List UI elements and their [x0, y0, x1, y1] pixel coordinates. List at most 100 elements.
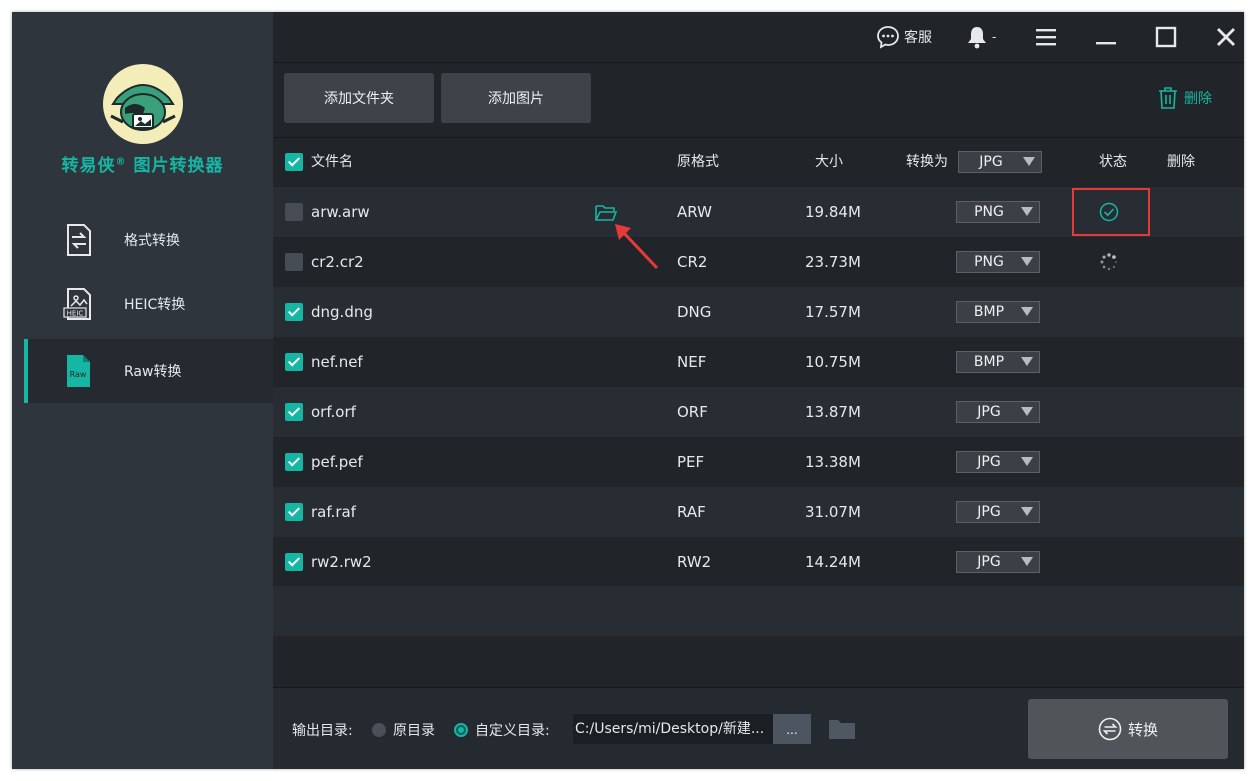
- notification-button[interactable]: -: [966, 25, 996, 49]
- dropdown-arrow-icon: [1021, 207, 1033, 216]
- app-title-subtitle: 图片转换器: [133, 156, 224, 176]
- row-format: NEF: [677, 353, 707, 371]
- radio-custom-dir[interactable]: [454, 723, 468, 737]
- row-checkbox[interactable]: [285, 253, 303, 271]
- row-filename: cr2.cr2: [311, 253, 364, 271]
- radio-original-dir[interactable]: [372, 723, 386, 737]
- header-size: 大小: [815, 154, 843, 170]
- heic-icon-text: HEIC: [67, 310, 84, 318]
- row-size: 13.38M: [805, 453, 861, 471]
- row-checkbox[interactable]: [285, 203, 303, 221]
- table-row: rw2.rw2 RW2 14.24M JPG: [273, 537, 1244, 587]
- close-button[interactable]: [1215, 25, 1237, 49]
- add-folder-button[interactable]: 添加文件夹: [284, 73, 434, 123]
- convert-button[interactable]: 转换: [1028, 699, 1228, 759]
- dropdown-arrow-icon: [1021, 257, 1033, 266]
- row-target-value: PNG: [974, 254, 1004, 270]
- row-checkbox[interactable]: [285, 353, 303, 371]
- dropdown-arrow-icon: [1021, 557, 1033, 566]
- menu-button[interactable]: [1035, 25, 1057, 49]
- row-target-select[interactable]: JPG: [956, 551, 1040, 573]
- dropdown-arrow-icon: [1021, 507, 1033, 516]
- row-filename: dng.dng: [311, 303, 373, 321]
- dropdown-arrow-icon: [1021, 407, 1033, 416]
- row-target-select[interactable]: PNG: [956, 201, 1040, 223]
- convert-icon: [1098, 717, 1122, 741]
- sidebar-item-heic[interactable]: HEIC HEIC转换: [24, 272, 273, 336]
- delete-all-label: 删除: [1184, 91, 1212, 107]
- browse-path-button[interactable]: ...: [773, 714, 811, 744]
- row-size: 23.73M: [805, 253, 861, 271]
- table-header: 文件名 原格式 大小 转换为 JPG 状态 删除: [273, 138, 1244, 186]
- status-loading-icon: [1100, 253, 1117, 271]
- row-size: 17.57M: [805, 303, 861, 321]
- row-target-value: BMP: [973, 304, 1005, 320]
- bell-icon: [968, 27, 986, 49]
- dropdown-arrow-icon: [1021, 357, 1033, 366]
- status-highlight-box: [1072, 188, 1150, 236]
- notification-label: -: [992, 30, 997, 44]
- toolbar: 添加文件夹 添加图片 删除: [273, 63, 1244, 138]
- annotation-arrow-icon: [615, 224, 659, 270]
- header-format: 原格式: [677, 154, 719, 170]
- customer-service-button[interactable]: 客服: [876, 25, 932, 49]
- select-all-checkbox[interactable]: [285, 153, 303, 171]
- row-filename: orf.orf: [311, 403, 356, 421]
- header-status: 状态: [1099, 154, 1127, 170]
- row-format: CR2: [677, 253, 708, 271]
- convert-all-select[interactable]: JPG: [958, 151, 1042, 173]
- open-folder-icon[interactable]: [828, 717, 856, 741]
- row-checkbox[interactable]: [285, 503, 303, 521]
- delete-all-button[interactable]: 删除: [1158, 87, 1212, 109]
- row-size: 14.24M: [805, 553, 861, 571]
- table-row: dng.dng DNG 17.57M BMP: [273, 287, 1244, 337]
- menu-icon: [1036, 29, 1056, 46]
- row-target-value: PNG: [974, 204, 1004, 220]
- output-path-field[interactable]: C:/Users/mi/Desktop/新建...: [573, 714, 775, 744]
- row-target-value: JPG: [977, 554, 1001, 570]
- convert-all-value: JPG: [979, 154, 1003, 170]
- footer: 输出目录: 原目录 自定义目录: C:/Users/mi/Desktop/新建.…: [273, 687, 1244, 769]
- row-filename: pef.pef: [311, 453, 363, 471]
- add-image-button[interactable]: 添加图片: [441, 73, 591, 123]
- minimize-button[interactable]: [1095, 25, 1117, 49]
- empty-row: [273, 586, 1244, 636]
- row-target-select[interactable]: PNG: [956, 251, 1040, 273]
- dropdown-arrow-icon: [1021, 457, 1033, 466]
- row-checkbox[interactable]: [285, 303, 303, 321]
- sidebar-item-raw[interactable]: Raw Raw转换: [24, 339, 273, 403]
- app-logo: [103, 64, 183, 144]
- row-target-select[interactable]: JPG: [956, 401, 1040, 423]
- radio-custom-label: 自定义目录:: [475, 723, 550, 739]
- row-checkbox[interactable]: [285, 553, 303, 571]
- sidebar-item-format-convert[interactable]: 格式转换: [24, 208, 273, 272]
- row-target-select[interactable]: BMP: [956, 301, 1040, 323]
- row-filename: nef.nef: [311, 353, 363, 371]
- table-row: raf.raf RAF 31.07M JPG: [273, 487, 1244, 537]
- row-target-value: JPG: [977, 404, 1001, 420]
- open-location-icon[interactable]: [595, 204, 617, 221]
- header-delete: 删除: [1167, 154, 1195, 170]
- row-format: PEF: [677, 453, 705, 471]
- app-title-name: 转易侠: [61, 156, 116, 176]
- header-filename: 文件名: [311, 154, 353, 170]
- customer-service-label: 客服: [904, 30, 932, 46]
- row-target-select[interactable]: JPG: [956, 501, 1040, 523]
- row-filename: rw2.rw2: [311, 553, 372, 571]
- app-window: 转易侠® 图片转换器 格式转换 HEIC HEIC转换 Raw Raw转换 客服…: [12, 12, 1244, 769]
- row-filename: raf.raf: [311, 503, 356, 521]
- title-bar: 客服 -: [273, 12, 1244, 63]
- raw-icon-text: Raw: [70, 370, 87, 379]
- row-format: ORF: [677, 403, 708, 421]
- table-row: cr2.cr2 CR2 23.73M PNG: [273, 237, 1244, 287]
- row-target-select[interactable]: BMP: [956, 351, 1040, 373]
- maximize-button[interactable]: [1155, 25, 1177, 49]
- row-checkbox[interactable]: [285, 403, 303, 421]
- radio-original-label: 原目录: [393, 723, 435, 739]
- row-format: RAF: [677, 503, 706, 521]
- app-title: 转易侠® 图片转换器: [12, 151, 273, 176]
- row-checkbox[interactable]: [285, 453, 303, 471]
- row-target-select[interactable]: JPG: [956, 451, 1040, 473]
- sidebar-item-label: HEIC转换: [124, 297, 186, 313]
- row-size: 31.07M: [805, 503, 861, 521]
